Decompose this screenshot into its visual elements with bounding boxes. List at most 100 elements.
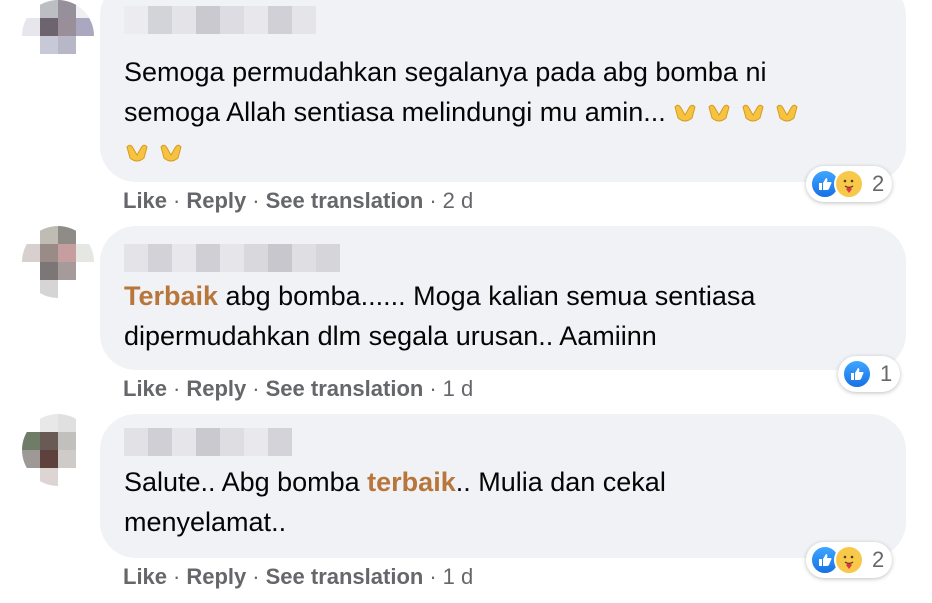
comment-text: Terbaik abg bomba...... Moga kalian semu… [124,276,755,356]
avatar-pixel [40,244,58,262]
open-hands-emoji-icon [776,104,798,122]
avatar-pixel [22,450,40,468]
avatar-pixel [40,0,58,18]
timestamp[interactable]: 1 d [443,564,474,589]
reaction-summary[interactable]: 2 [806,166,893,202]
timestamp[interactable]: 2 d [443,188,474,213]
like-button[interactable]: Like [123,564,167,589]
open-hands-emoji-icon [708,104,730,122]
comment-text-line: dipermudahkan dlm segala urusan.. Aamiin… [124,321,657,351]
avatar-pixel [76,226,94,244]
comment-text-segment: Salute.. Abg bomba [124,467,368,497]
avatar[interactable] [22,0,94,72]
avatar-pixel [22,0,40,18]
avatar-pixel [58,226,76,244]
avatar-pixel [22,468,40,486]
tagged-text[interactable]: Terbaik [124,281,218,311]
open-hands-emoji-icon [742,104,764,122]
avatar[interactable] [22,226,94,298]
avatar-pixel [76,262,94,280]
blurred-author-name[interactable] [124,244,340,272]
reaction-summary[interactable]: 2 [806,542,893,578]
avatar-pixel [58,280,76,298]
avatar-pixel [40,450,58,468]
avatar-pixel [40,432,58,450]
avatar-pixel [22,18,40,36]
comment-text-segment: semoga Allah sentiasa melindungi mu amin… [124,97,666,127]
comment-text-segment: abg bomba...... Moga kalian semua sentia… [218,281,756,311]
comment-text-line: Semoga permudahkan segalanya pada abg bo… [124,57,767,87]
open-hands-emoji-icon [126,144,148,162]
avatar-pixel [40,468,58,486]
comment-bubble: Semoga permudahkan segalanya pada abg bo… [100,0,906,182]
avatar[interactable] [22,414,94,486]
see-translation-link[interactable]: See translation [266,564,424,589]
avatar-pixel [22,226,40,244]
like-button[interactable]: Like [123,376,167,401]
avatar-pixel [58,432,76,450]
avatar-pixel [22,36,40,54]
blurred-author-name[interactable] [124,6,316,34]
reaction-count: 1 [880,361,893,386]
avatar-pixel [76,450,94,468]
reply-button[interactable]: Reply [186,188,246,213]
avatar-pixel [58,36,76,54]
avatar-pixel [76,0,94,18]
avatar-pixel [76,414,94,432]
comment-actions: Like · Reply · See translation · 1 d [123,564,474,589]
comment-bubble: Terbaik abg bomba...... Moga kalian semu… [100,226,906,370]
reply-button[interactable]: Reply [186,564,246,589]
like-button[interactable]: Like [123,188,167,213]
comment-text-line: menyelamat.. [124,507,287,537]
avatar-pixel [22,280,40,298]
comment-actions: Like · Reply · See translation · 2 d [123,188,474,213]
see-translation-link[interactable]: See translation [266,188,424,213]
care-reaction-icon [834,169,864,199]
blurred-author-name[interactable] [124,428,292,456]
avatar-pixel [40,280,58,298]
avatar-pixel [76,280,94,298]
avatar-pixel [40,54,58,72]
avatar-pixel [40,262,58,280]
avatar-pixel [76,432,94,450]
avatar-pixel [22,414,40,432]
reply-button[interactable]: Reply [186,376,246,401]
avatar-pixel [58,244,76,262]
comment-text: Semoga permudahkan segalanya pada abg bo… [124,52,808,172]
open-hands-emoji-icon [674,104,696,122]
open-hands-emoji-icon [160,144,182,162]
comment-text-line: Salute.. Abg bomba terbaik.. Mulia dan c… [124,462,666,502]
avatar-pixel [76,54,94,72]
avatar-pixel [58,414,76,432]
avatar-pixel [22,432,40,450]
reaction-count: 2 [872,547,885,572]
comment-text-segment: .. Mulia dan cekal [455,467,666,497]
comment-text-line: Terbaik abg bomba...... Moga kalian semu… [124,276,755,316]
avatar-pixel [40,226,58,244]
avatar-pixel [58,262,76,280]
comment-text-line [124,132,808,172]
avatar-pixel [40,18,58,36]
reaction-summary[interactable]: 1 [838,356,901,392]
avatar-pixel [58,0,76,18]
timestamp[interactable]: 1 d [443,376,474,401]
reaction-count: 2 [872,171,885,196]
avatar-pixel [58,54,76,72]
see-translation-link[interactable]: See translation [266,376,424,401]
tagged-text[interactable]: terbaik [367,467,456,497]
comment-text-line: semoga Allah sentiasa melindungi mu amin… [124,92,808,132]
like-reaction-icon [842,359,872,389]
comment-bubble: Salute.. Abg bomba terbaik.. Mulia dan c… [100,414,906,558]
avatar-pixel [58,18,76,36]
avatar-pixel [76,244,94,262]
avatar-pixel [22,244,40,262]
avatar-pixel [76,36,94,54]
comment-actions: Like · Reply · See translation · 1 d [123,376,474,401]
comment-text: Salute.. Abg bomba terbaik.. Mulia dan c… [124,462,666,542]
care-reaction-icon [834,545,864,575]
avatar-pixel [40,36,58,54]
avatar-pixel [58,468,76,486]
avatar-pixel [76,18,94,36]
avatar-pixel [40,414,58,432]
avatar-pixel [76,468,94,486]
